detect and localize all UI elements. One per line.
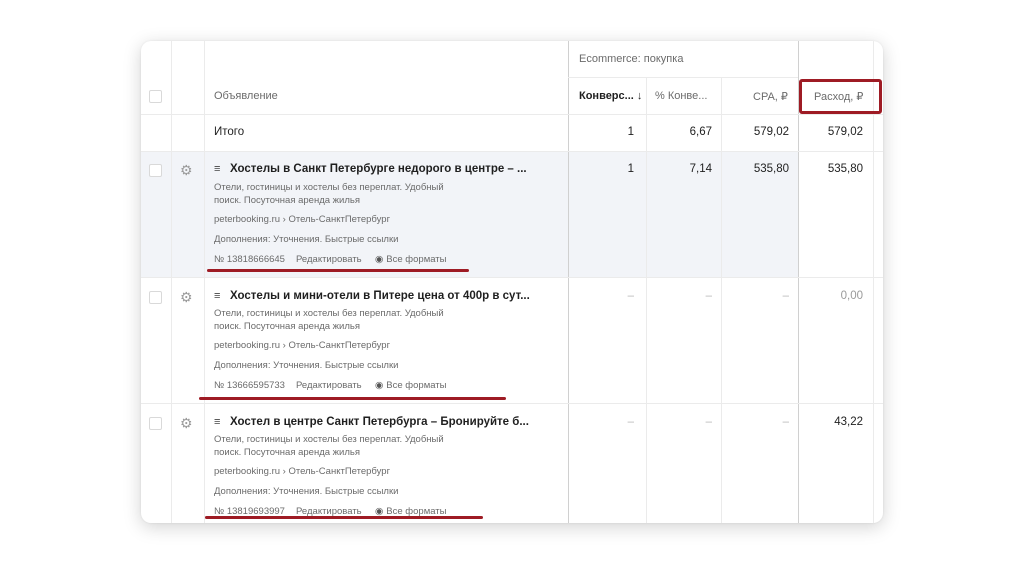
ad-text-icon: ≡ — [214, 163, 221, 175]
ad-display-url: peterbooking.ru › Отель-СанктПетербург — [214, 466, 391, 477]
ad-display-url: peterbooking.ru › Отель-СанктПетербург — [214, 214, 391, 225]
group-header-ecommerce: Ecommerce: покупка — [579, 53, 684, 65]
ad-id: № 13818666645 — [214, 254, 285, 265]
highlight-underline — [199, 397, 506, 400]
row-cpa: – — [782, 416, 789, 428]
highlight-underline — [205, 516, 483, 519]
row-spend: 0,00 — [840, 290, 863, 302]
row-checkbox[interactable] — [149, 417, 162, 430]
gear-icon[interactable]: ⚙ — [180, 416, 194, 430]
ad-text-icon: ≡ — [214, 416, 221, 428]
ad-display-url: peterbooking.ru › Отель-СанктПетербург — [214, 340, 391, 351]
total-conversions: 1 — [627, 126, 634, 138]
select-all-checkbox[interactable] — [149, 90, 162, 103]
eye-icon: ◉ — [375, 380, 384, 391]
grid-line — [721, 78, 722, 523]
column-header-ad[interactable]: Объявление — [214, 90, 278, 102]
ad-title-link[interactable]: ≡ Хостелы и мини-отели в Питере цена от 4… — [214, 290, 530, 302]
eye-icon: ◉ — [375, 254, 384, 265]
ad-description-line-1: Отели, гостиницы и хостелы без переплат.… — [214, 434, 444, 445]
total-cpa: 579,02 — [753, 126, 789, 138]
ad-description-line-2: поиск. Посуточная аренда жилья — [214, 447, 360, 458]
row-conversions: 1 — [627, 163, 634, 175]
all-formats-link[interactable]: ◉ Все форматы — [375, 379, 446, 392]
ad-extensions: Дополнения: Уточнения. Быстрые ссылки — [214, 234, 399, 245]
row-checkbox[interactable] — [149, 291, 162, 304]
column-header-conversions[interactable]: Конверс... ↓ — [579, 90, 642, 102]
all-formats-label: Все форматы — [386, 380, 447, 391]
ad-title-link[interactable]: ≡ Хостел в центре Санкт Петербурга – Брон… — [214, 416, 529, 428]
grid-line — [141, 403, 883, 404]
row-spend: 43,22 — [834, 416, 863, 428]
column-header-conversion-rate[interactable]: % Конве... — [655, 90, 707, 102]
row-conversion-rate: – — [705, 416, 712, 428]
grid-line — [646, 78, 647, 523]
stats-table: Ecommerce: покупка Объявление Конверс...… — [141, 41, 883, 523]
ad-extensions: Дополнения: Уточнения. Быстрые ссылки — [214, 486, 399, 497]
total-spend: 579,02 — [827, 126, 863, 138]
ad-title[interactable]: Хостелы в Санкт Петербурге недорого в це… — [230, 163, 527, 175]
edit-link[interactable]: Редактировать — [296, 379, 362, 392]
ad-text-icon: ≡ — [214, 290, 221, 302]
ad-description-line-1: Отели, гостиницы и хостелы без переплат.… — [214, 308, 444, 319]
ad-description-line-2: поиск. Посуточная аренда жилья — [214, 195, 360, 206]
gear-icon[interactable]: ⚙ — [180, 290, 194, 304]
ad-id: № 13666595733 — [214, 380, 285, 391]
all-formats-label: Все форматы — [386, 254, 447, 265]
ad-description-line-1: Отели, гостиницы и хостелы без переплат.… — [214, 182, 444, 193]
total-conversion-rate: 6,67 — [689, 126, 712, 138]
row-conversions: – — [627, 290, 634, 302]
gear-icon[interactable]: ⚙ — [180, 163, 194, 177]
ad-extensions: Дополнения: Уточнения. Быстрые ссылки — [214, 360, 399, 371]
ad-title-link[interactable]: ≡ Хостелы в Санкт Петербурге недорого в ц… — [214, 163, 527, 175]
ad-description-line-2: поиск. Посуточная аренда жилья — [214, 321, 360, 332]
row-cpa: – — [782, 290, 789, 302]
edit-link[interactable]: Редактировать — [296, 253, 362, 266]
total-label: Итого — [214, 126, 245, 138]
ad-title[interactable]: Хостелы и мини-отели в Питере цена от 40… — [230, 290, 530, 302]
grid-line — [141, 151, 883, 152]
ad-title[interactable]: Хостел в центре Санкт Петербурга – Брони… — [230, 416, 529, 428]
grid-line — [141, 114, 883, 115]
row-cpa: 535,80 — [753, 163, 789, 175]
column-header-cpa[interactable]: CPA, ₽ — [753, 90, 788, 103]
grid-line — [568, 77, 798, 78]
row-spend: 535,80 — [827, 163, 863, 175]
row-checkbox[interactable] — [149, 164, 162, 177]
row-conversion-rate: 7,14 — [689, 163, 712, 175]
row-conversions: – — [627, 416, 634, 428]
spend-header-highlight — [799, 79, 882, 114]
all-formats-link[interactable]: ◉ Все форматы — [375, 253, 446, 266]
grid-line — [141, 277, 883, 278]
row-conversion-rate: – — [705, 290, 712, 302]
highlight-underline — [207, 269, 469, 272]
